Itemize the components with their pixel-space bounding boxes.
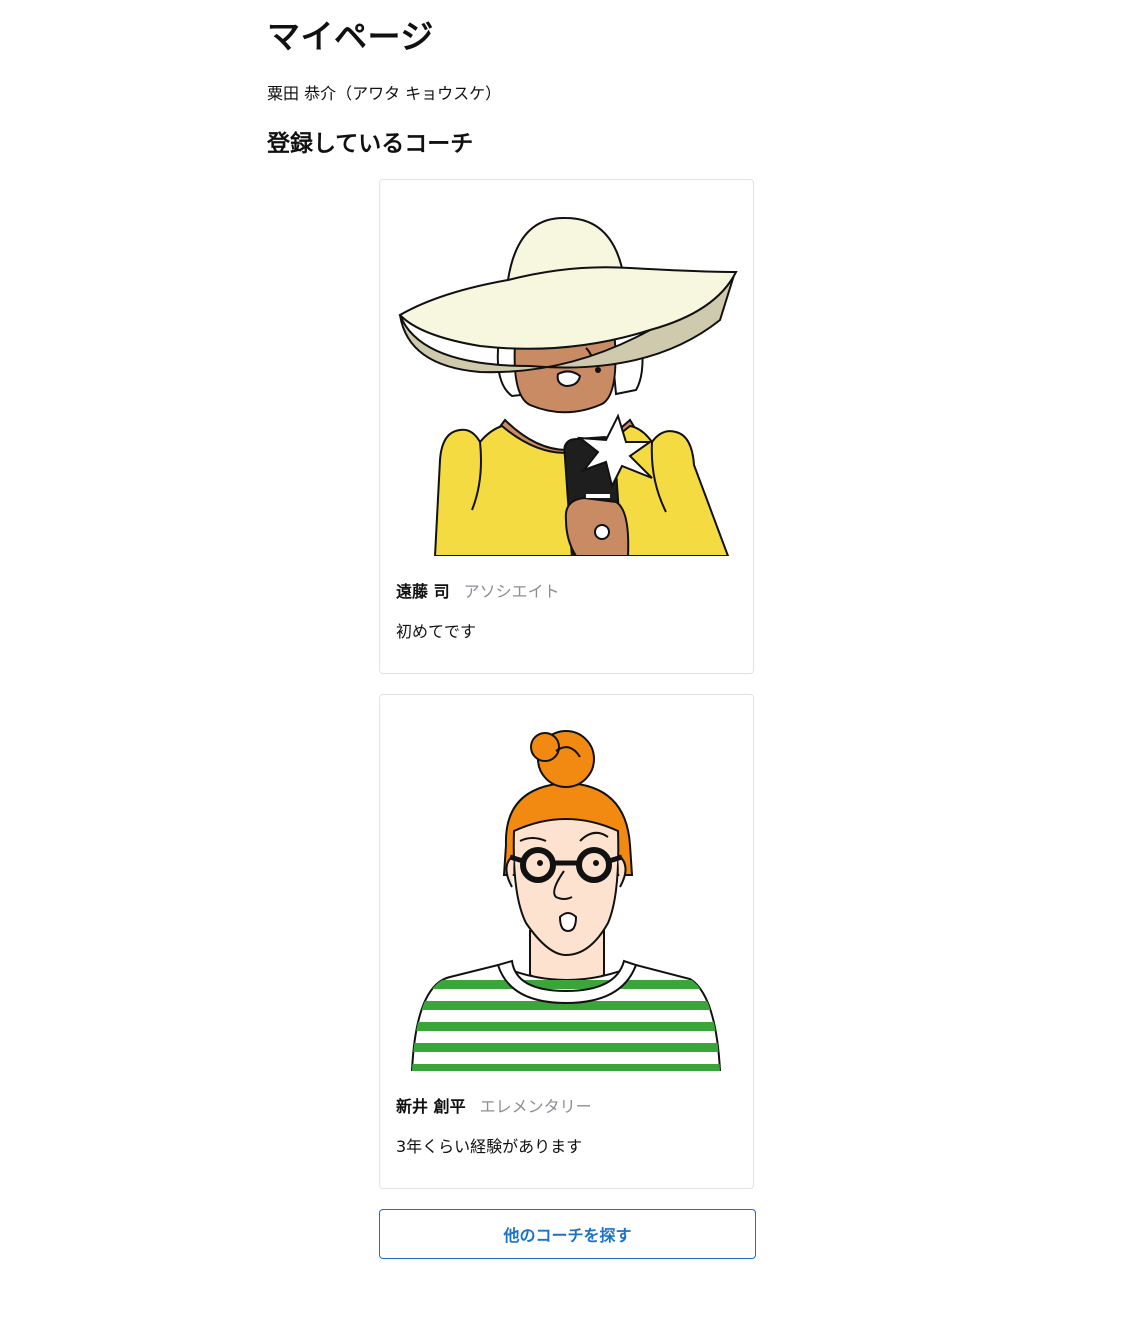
- page-title: マイページ: [267, 17, 434, 56]
- my-page: マイページ 粟田 恭介（アワタ キョウスケ） 登録しているコーチ 遠藤 司 アソ…: [0, 0, 1122, 1328]
- coach-card[interactable]: 遠藤 司アソシエイト 初めてです: [379, 179, 754, 674]
- user-name: 粟田 恭介（アワタ キョウスケ）: [267, 84, 502, 103]
- coach-name: 新井 創平: [396, 1097, 466, 1116]
- find-other-coaches-button[interactable]: 他のコーチを探す: [379, 1209, 756, 1259]
- coach-meta: 遠藤 司アソシエイト: [396, 578, 560, 602]
- coach-name: 遠藤 司: [396, 582, 450, 601]
- coach-meta: 新井 創平 エレメンタリー: [396, 1093, 592, 1117]
- coach-illustration-woman-hat: [398, 216, 738, 556]
- coach-level: アソシエイト: [463, 582, 560, 601]
- coach-card[interactable]: 新井 創平 エレメンタリー 3年くらい経験があります: [379, 694, 754, 1189]
- section-title-registered-coaches: 登録しているコーチ: [267, 131, 474, 157]
- coach-illustration-person-glasses: [410, 730, 722, 1071]
- coach-message: 3年くらい経験があります: [396, 1137, 583, 1156]
- coach-message: 初めてです: [396, 622, 477, 641]
- coach-level: エレメンタリー: [479, 1097, 592, 1116]
